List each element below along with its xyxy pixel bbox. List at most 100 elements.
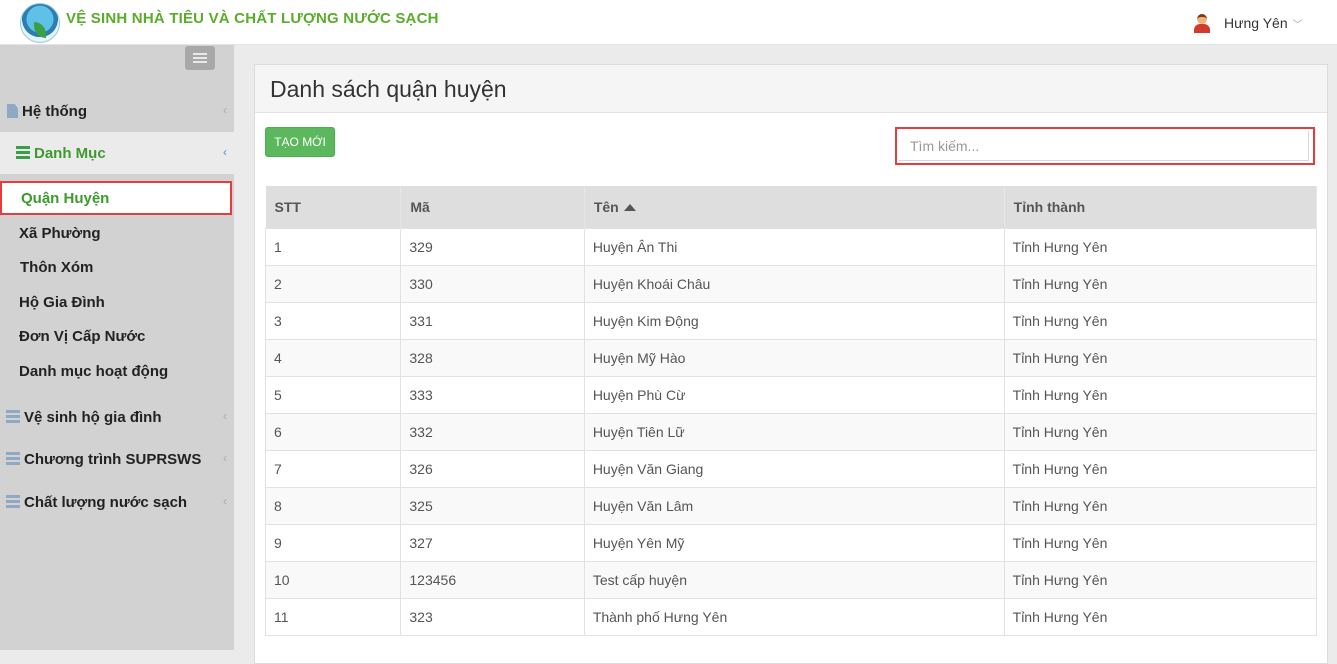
user-avatar-icon[interactable]: [1192, 13, 1212, 33]
table-row[interactable]: 7 326 Huyện Văn Giang Tỉnh Hưng Yên: [264, 450, 1318, 488]
table-row[interactable]: 1 329 Huyện Ân Thi Tỉnh Hưng Yên: [264, 228, 1318, 266]
sidebar-subitem-label: Thôn Xóm: [20, 258, 94, 276]
server-icon: [6, 452, 20, 466]
cell-stt: 2: [264, 265, 402, 303]
table-row[interactable]: 11 323 Thành phố Hưng Yên Tỉnh Hưng Yên: [264, 598, 1318, 636]
chevron-left-icon: ‹: [223, 103, 227, 117]
cell-stt: 4: [264, 339, 402, 377]
chevron-down-icon[interactable]: ﹀: [1293, 16, 1303, 31]
cell-ma: 328: [400, 339, 585, 377]
file-icon: [7, 104, 18, 118]
column-header-stt[interactable]: STT: [265, 186, 402, 229]
user-name[interactable]: Hưng Yên: [1224, 15, 1288, 31]
cell-ten: Huyện Phù Cừ: [583, 376, 1005, 414]
cell-ma: 326: [400, 450, 585, 488]
cell-tinh-thanh: Tỉnh Hưng Yên: [1003, 487, 1318, 525]
sidebar-subitem-label: Xã Phường: [19, 224, 101, 242]
cell-ma: 332: [400, 413, 585, 451]
cell-tinh-thanh: Tỉnh Hưng Yên: [1003, 302, 1318, 340]
cell-stt: 8: [264, 487, 402, 525]
chevron-left-icon: ‹: [223, 145, 227, 159]
table-row[interactable]: 6 332 Huyện Tiên Lữ Tỉnh Hưng Yên: [264, 413, 1318, 451]
cell-stt: 10: [264, 561, 402, 599]
cell-tinh-thanh: Tỉnh Hưng Yên: [1003, 228, 1318, 266]
column-header-ma[interactable]: Mã: [400, 186, 585, 229]
sidebar-subitem-label: Hộ Gia Đình: [19, 293, 105, 311]
cell-ten: Huyện Ân Thi: [583, 228, 1005, 266]
cell-ten: Huyện Mỹ Hào: [583, 339, 1005, 377]
cell-ten: Test cấp huyện: [583, 561, 1005, 599]
user-menu[interactable]: Hưng Yên ﹀: [1192, 12, 1303, 34]
cell-tinh-thanh: Tỉnh Hưng Yên: [1003, 376, 1318, 414]
table-row[interactable]: 9 327 Huyện Yên Mỹ Tỉnh Hưng Yên: [264, 524, 1318, 562]
cell-stt: 6: [264, 413, 402, 451]
sidebar-item-label: Danh Mục: [34, 144, 106, 162]
cell-tinh-thanh: Tỉnh Hưng Yên: [1003, 524, 1318, 562]
district-list-panel: Danh sách quận huyện TẠO MỚI STT Mã Tên …: [254, 64, 1328, 664]
sidebar-item-ve-sinh-ho-gia-dinh[interactable]: Vệ sinh hộ gia đình ‹: [0, 396, 234, 438]
app-logo-icon[interactable]: [20, 3, 60, 43]
cell-ma: 323: [400, 598, 585, 636]
table-row[interactable]: 4 328 Huyện Mỹ Hào Tỉnh Hưng Yên: [264, 339, 1318, 377]
panel-header: Danh sách quận huyện: [255, 65, 1327, 113]
cell-tinh-thanh: Tỉnh Hưng Yên: [1003, 339, 1318, 377]
cell-ma: 333: [400, 376, 585, 414]
sidebar-item-label: Hệ thống: [22, 102, 87, 120]
page-title: Danh sách quận huyện: [270, 76, 507, 102]
cell-ten: Huyện Văn Lâm: [583, 487, 1005, 525]
table-row[interactable]: 10 123456 Test cấp huyện Tỉnh Hưng Yên: [264, 561, 1318, 599]
table-row[interactable]: 2 330 Huyện Khoái Châu Tỉnh Hưng Yên: [264, 265, 1318, 303]
cell-ma: 331: [400, 302, 585, 340]
cell-ten: Thành phố Hưng Yên: [583, 598, 1005, 636]
cell-stt: 3: [264, 302, 402, 340]
list-icon: [16, 146, 30, 160]
chevron-left-icon: ‹: [223, 494, 227, 508]
cell-tinh-thanh: Tỉnh Hưng Yên: [1003, 450, 1318, 488]
table-header-row: STT Mã Tên Tỉnh thành: [265, 186, 1318, 229]
cell-stt: 9: [264, 524, 402, 562]
sidebar-item-he-thong[interactable]: Hệ thống ‹: [0, 90, 234, 132]
sidebar-item-label: Vệ sinh hộ gia đình: [24, 408, 162, 426]
top-header: VỆ SINH NHÀ TIÊU VÀ CHẤT LƯỢNG NƯỚC SẠCH…: [0, 0, 1337, 45]
sidebar-item-label: Chất lượng nước sạch: [24, 493, 188, 511]
cell-ten: Huyện Yên Mỹ: [583, 524, 1005, 562]
sidebar-item-chat-luong-nuoc-sach[interactable]: Chất lượng nước sạch ‹: [0, 481, 234, 523]
sidebar-item-chuong-trinh-suprsws[interactable]: Chương trình SUPRSWS ‹: [0, 438, 234, 480]
table-row[interactable]: 3 331 Huyện Kim Động Tỉnh Hưng Yên: [264, 302, 1318, 340]
sort-ascending-icon[interactable]: [623, 204, 636, 211]
sidebar-item-danh-muc[interactable]: Danh Mục ‹: [0, 132, 234, 174]
cell-tinh-thanh: Tỉnh Hưng Yên: [1003, 413, 1318, 451]
cell-tinh-thanh: Tỉnh Hưng Yên: [1003, 265, 1318, 303]
sidebar-subitem-thon-xom[interactable]: Thôn Xóm: [0, 250, 234, 284]
cell-ma: 327: [400, 524, 585, 562]
sidebar-subitem-label: Danh mục hoạt động: [19, 362, 169, 380]
cell-ten: Huyện Kim Động: [583, 302, 1005, 340]
sidebar-subitem-quan-huyen[interactable]: Quận Huyện: [0, 181, 232, 215]
cell-stt: 1: [264, 228, 402, 266]
sidebar-subitem-label: Đơn Vị Cấp Nước: [19, 327, 146, 345]
sidebar-subitem-don-vi-cap-nuoc[interactable]: Đơn Vị Cấp Nước: [0, 319, 234, 353]
column-header-tinh-thanh[interactable]: Tỉnh thành: [1004, 186, 1318, 229]
district-table: STT Mã Tên Tỉnh thành 1 329 Huyện Ân Thi Tỉ…: [264, 186, 1318, 636]
cell-ma: 325: [400, 487, 585, 525]
column-header-ten[interactable]: Tên: [584, 186, 1005, 229]
cell-stt: 11: [264, 598, 402, 636]
sidebar-toggle-button[interactable]: [185, 46, 215, 70]
cell-tinh-thanh: Tỉnh Hưng Yên: [1003, 561, 1318, 599]
sidebar: Hệ thống ‹ Danh Mục ‹ Quận Huyện Xã Phườ…: [0, 45, 234, 650]
create-new-button[interactable]: TẠO MỚI: [265, 127, 335, 157]
cell-ma: 123456: [400, 561, 585, 599]
sidebar-subitem-ho-gia-dinh[interactable]: Hộ Gia Đình: [0, 285, 234, 319]
table-row[interactable]: 8 325 Huyện Văn Lâm Tỉnh Hưng Yên: [264, 487, 1318, 525]
chevron-left-icon: ‹: [223, 451, 227, 465]
server-icon: [6, 410, 20, 424]
search-input[interactable]: [899, 131, 1309, 161]
search-box: [895, 127, 1315, 165]
cell-ten: Huyện Tiên Lữ: [583, 413, 1005, 451]
sidebar-subitem-danh-muc-hoat-dong[interactable]: Danh mục hoạt động: [0, 354, 234, 388]
cell-ten: Huyện Văn Giang: [583, 450, 1005, 488]
chevron-left-icon: ‹: [223, 409, 227, 423]
sidebar-subitem-xa-phuong[interactable]: Xã Phường: [0, 216, 234, 250]
app-title[interactable]: VỆ SINH NHÀ TIÊU VÀ CHẤT LƯỢNG NƯỚC SẠCH: [66, 10, 439, 27]
table-row[interactable]: 5 333 Huyện Phù Cừ Tỉnh Hưng Yên: [264, 376, 1318, 414]
